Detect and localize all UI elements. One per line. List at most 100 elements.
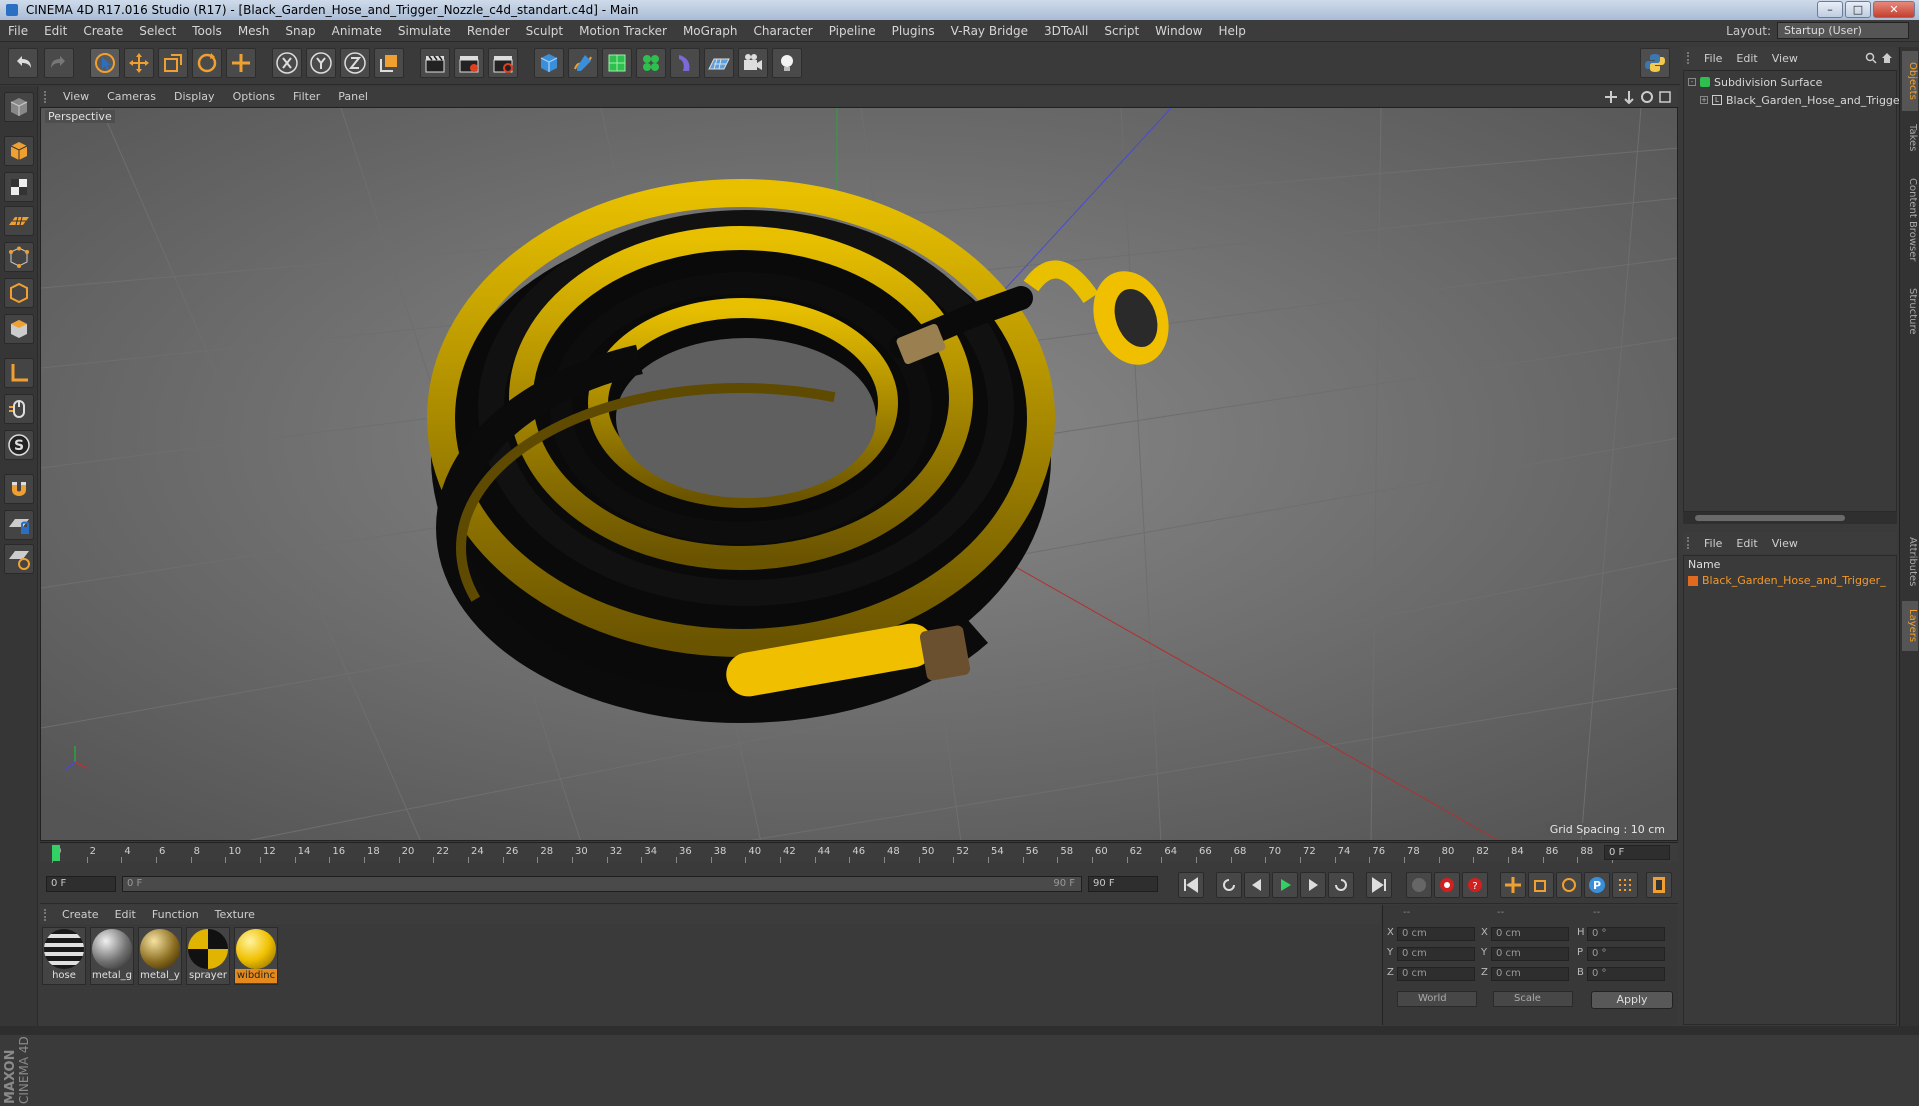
undo-button[interactable]	[8, 48, 38, 78]
layer-color-swatch[interactable]	[1688, 575, 1698, 586]
menu-script[interactable]: Script	[1096, 24, 1147, 38]
panel-grip[interactable]	[44, 90, 54, 103]
key-scale-button[interactable]	[1528, 872, 1554, 898]
rotation-p-field[interactable]: 0 °	[1587, 947, 1665, 961]
om-menu-view[interactable]: View	[1765, 52, 1805, 65]
coordinate-system-toggle[interactable]	[374, 48, 404, 78]
size-mode-dropdown[interactable]: Scale	[1493, 991, 1573, 1007]
deformer-button[interactable]	[670, 48, 700, 78]
auto-key-button[interactable]: ?	[1462, 872, 1488, 898]
panel-grip[interactable]	[1687, 52, 1697, 64]
position-y-field[interactable]: 0 cm	[1397, 947, 1475, 961]
magnet-button[interactable]	[4, 474, 34, 504]
tab-objects[interactable]: Objects	[1902, 51, 1918, 111]
points-mode-button[interactable]	[4, 242, 34, 272]
tab-attributes[interactable]: Attributes	[1902, 527, 1918, 597]
previous-frame-button[interactable]	[1244, 872, 1270, 898]
menu-render[interactable]: Render	[459, 24, 518, 38]
menu-plugins[interactable]: Plugins	[884, 24, 943, 38]
maximize-view-icon[interactable]	[1658, 90, 1672, 104]
key-pla-button[interactable]	[1612, 872, 1638, 898]
menu-snap[interactable]: Snap	[277, 24, 323, 38]
previous-key-button[interactable]	[1216, 872, 1242, 898]
scale-tool[interactable]	[158, 48, 188, 78]
perspective-viewport[interactable]: Perspective Grid Spacing : 10 cm	[40, 107, 1678, 841]
tab-layers[interactable]: Layers	[1902, 601, 1918, 651]
rotate-view-icon[interactable]	[1640, 90, 1654, 104]
key-rotation-button[interactable]	[1556, 872, 1582, 898]
enable-axis-button[interactable]	[4, 358, 34, 388]
menu-window[interactable]: Window	[1147, 24, 1210, 38]
transform-tool[interactable]	[226, 48, 256, 78]
layer-row[interactable]: Black_Garden_Hose_and_Trigger_	[1688, 574, 1886, 587]
mat-menu-function[interactable]: Function	[144, 908, 207, 921]
close-button[interactable]: ✕	[1873, 1, 1915, 18]
om-menu-edit[interactable]: Edit	[1729, 52, 1764, 65]
rotation-b-field[interactable]: 0 °	[1587, 967, 1665, 981]
light-button[interactable]	[772, 48, 802, 78]
subdivision-surface-button[interactable]	[602, 48, 632, 78]
layout-dropdown[interactable]: Startup (User)	[1777, 22, 1909, 39]
render-settings-button[interactable]	[488, 48, 518, 78]
record-keys-button[interactable]	[1406, 872, 1432, 898]
workplane-mode-button[interactable]	[4, 206, 34, 236]
move-tool[interactable]	[124, 48, 154, 78]
vp-menu-display[interactable]: Display	[165, 90, 224, 103]
cube-primitive-button[interactable]	[534, 48, 564, 78]
camera-label[interactable]: Perspective	[45, 110, 115, 123]
vp-menu-view[interactable]: View	[54, 90, 98, 103]
pen-spline-button[interactable]	[568, 48, 598, 78]
size-z-field[interactable]: 0 cm	[1491, 967, 1569, 981]
position-x-field[interactable]: 0 cm	[1397, 927, 1475, 941]
ly-menu-file[interactable]: File	[1697, 537, 1729, 550]
object-row-subdivision[interactable]: - Subdivision Surface	[1688, 73, 1822, 91]
size-x-field[interactable]: 0 cm	[1491, 927, 1569, 941]
object-manager-scrollbar[interactable]	[1683, 512, 1897, 524]
vp-menu-filter[interactable]: Filter	[284, 90, 329, 103]
next-frame-button[interactable]	[1300, 872, 1326, 898]
ly-menu-edit[interactable]: Edit	[1729, 537, 1764, 550]
scrollbar-thumb[interactable]	[1695, 515, 1845, 521]
next-key-button[interactable]	[1328, 872, 1354, 898]
panel-grip[interactable]	[1687, 537, 1697, 549]
tab-content-browser[interactable]: Content Browser	[1902, 165, 1918, 275]
material-swatch[interactable]: metal_g	[90, 927, 134, 985]
y-axis-toggle[interactable]	[306, 48, 336, 78]
render-view-button[interactable]	[420, 48, 450, 78]
key-position-button[interactable]	[1500, 872, 1526, 898]
menu-animate[interactable]: Animate	[324, 24, 390, 38]
vp-menu-cameras[interactable]: Cameras	[98, 90, 165, 103]
current-frame-field[interactable]: 0 F	[1604, 845, 1670, 860]
texture-mode-button[interactable]	[4, 172, 34, 202]
rotation-h-field[interactable]: 0 °	[1587, 927, 1665, 941]
expand-toggle-icon[interactable]: +	[1700, 96, 1708, 104]
search-icon[interactable]	[1865, 52, 1877, 64]
cloner-button[interactable]	[636, 48, 666, 78]
menu-mesh[interactable]: Mesh	[230, 24, 278, 38]
timeline-button[interactable]	[1646, 872, 1672, 898]
x-axis-toggle[interactable]	[272, 48, 302, 78]
floor-button[interactable]	[704, 48, 734, 78]
make-editable-button[interactable]	[4, 92, 34, 122]
menu-3dtoall[interactable]: 3DToAll	[1036, 24, 1096, 38]
home-icon[interactable]	[1881, 52, 1893, 64]
go-to-end-button[interactable]	[1366, 872, 1392, 898]
maximize-button[interactable]: □	[1845, 1, 1871, 18]
mat-menu-edit[interactable]: Edit	[107, 908, 144, 921]
minimize-button[interactable]: –	[1817, 1, 1843, 18]
material-swatch[interactable]: hose	[42, 927, 86, 985]
edges-mode-button[interactable]	[4, 278, 34, 308]
tab-takes[interactable]: Takes	[1902, 115, 1918, 161]
play-button[interactable]	[1272, 872, 1298, 898]
menu-motion-tracker[interactable]: Motion Tracker	[571, 24, 675, 38]
vp-menu-options[interactable]: Options	[224, 90, 284, 103]
go-to-start-button[interactable]	[1178, 872, 1204, 898]
collapse-toggle-icon[interactable]: -	[1688, 78, 1696, 86]
start-frame-field[interactable]: 0 F	[46, 876, 116, 892]
menu-pipeline[interactable]: Pipeline	[821, 24, 884, 38]
menu-sculpt[interactable]: Sculpt	[518, 24, 571, 38]
menu-mograph[interactable]: MoGraph	[675, 24, 746, 38]
python-button[interactable]	[1640, 48, 1670, 78]
live-selection-tool[interactable]	[90, 48, 120, 78]
mat-menu-texture[interactable]: Texture	[207, 908, 263, 921]
